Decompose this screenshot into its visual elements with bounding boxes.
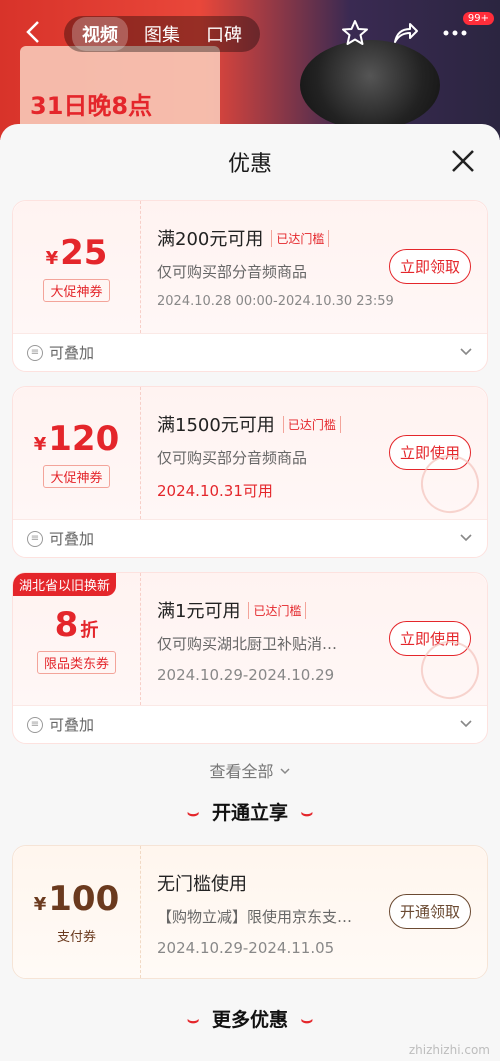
see-all-link[interactable]: 查看全部 xyxy=(0,758,500,782)
claim-button[interactable]: 立即领取 xyxy=(388,249,471,284)
chevron-down-icon[interactable] xyxy=(459,529,473,548)
coupon-amount: 8 xyxy=(54,604,79,645)
message-badge: 99+ xyxy=(462,12,494,25)
star-icon[interactable] xyxy=(340,18,370,48)
tab-video[interactable]: 视频 xyxy=(72,17,128,51)
coupon-card: ¥ 25 大促神券 满200元可用 已达门槛 仅可购买部分音频商品 2024.1… xyxy=(12,200,488,372)
currency-symbol: ¥ xyxy=(33,893,47,915)
coupon-condition: 无门槛使用 xyxy=(157,874,247,895)
back-icon[interactable] xyxy=(20,18,48,46)
coupon-validity: 2024.10.29-2024.11.05 xyxy=(157,939,335,957)
close-icon[interactable] xyxy=(448,146,478,176)
discount-unit: 折 xyxy=(80,619,99,641)
coupon-footer[interactable]: ≡ 可叠加 xyxy=(13,705,487,743)
activate-claim-button[interactable]: 开通领取 xyxy=(388,894,471,929)
coupon-scope: 【购物立减】限使用京东支… xyxy=(157,908,353,926)
coupon-amount: 25 xyxy=(60,232,108,273)
coupon-type-tag: 大促神券 xyxy=(43,464,110,488)
stackable-label: 可叠加 xyxy=(49,344,95,362)
status-badge: 已达门槛 xyxy=(271,229,330,247)
status-badge: 已达门槛 xyxy=(248,601,307,619)
tab-gallery[interactable]: 图集 xyxy=(134,17,190,51)
chevron-down-icon[interactable] xyxy=(459,343,473,362)
coupon-card: 湖北省以旧换新 8 折 限品类东券 满1元可用 已达门槛 仅可购买湖北厨卫补贴消… xyxy=(12,572,488,744)
coupon-condition: 满1元可用 xyxy=(157,601,241,622)
coupon-scope: 仅可购买湖北厨卫补贴消… xyxy=(157,635,338,653)
stack-icon: ≡ xyxy=(27,530,43,547)
coupon-value: 8 折 限品类东券 xyxy=(13,573,141,705)
chevron-down-icon[interactable] xyxy=(459,715,473,734)
coupon-footer[interactable]: ≡ 可叠加 xyxy=(13,519,487,557)
coupon-type-tag: 支付券 xyxy=(56,929,96,945)
stack-icon: ≡ xyxy=(27,716,43,733)
sheet-title: 优惠 xyxy=(227,152,272,177)
watermark: zhizhizhi.com xyxy=(408,1043,490,1057)
coupon-type-tag: 大促神券 xyxy=(43,278,110,302)
coupon-value: ¥ 25 大促神券 xyxy=(13,201,141,333)
coupon-value: ¥ 120 大促神券 xyxy=(13,387,141,519)
product-image xyxy=(300,40,440,130)
tab-reviews[interactable]: 口碑 xyxy=(196,17,252,51)
coupon-condition: 满1500元可用 xyxy=(157,415,275,436)
coupon-card: ¥ 100 支付券 无门槛使用 【购物立减】限使用京东支… 2024.10.29… xyxy=(12,845,488,979)
status-badge: 已达门槛 xyxy=(282,415,341,433)
section-title-open: ⌣ 开通立享 ⌣ xyxy=(186,802,314,824)
stackable-label: 可叠加 xyxy=(49,530,95,548)
coupon-scope: 仅可购买部分音频商品 xyxy=(157,449,308,467)
smile-icon: ⌣ xyxy=(300,1009,314,1031)
coupon-type-tag: 限品类东券 xyxy=(36,650,116,674)
coupon-condition: 满200元可用 xyxy=(157,229,264,250)
coupon-sheet: 优惠 ¥ 25 大促神券 满200元可用 已达门槛 仅可购买部分音频商品 202… xyxy=(0,124,500,1061)
coupon-value: ¥ 100 支付券 xyxy=(13,846,141,978)
coupon-amount: 120 xyxy=(48,418,120,459)
coupon-validity: 2024.10.28 00:00-2024.10.30 23:59 xyxy=(157,294,394,309)
stack-icon: ≡ xyxy=(27,344,43,361)
sheet-header: 优惠 xyxy=(0,124,500,200)
coupon-amount: 100 xyxy=(48,878,120,919)
coupon-scope: 仅可购买部分音频商品 xyxy=(157,263,308,281)
share-icon[interactable] xyxy=(390,18,420,48)
media-tabs: 视频 图集 口碑 xyxy=(64,16,260,52)
coupon-card: ¥ 120 大促神券 满1500元可用 已达门槛 仅可购买部分音频商品 2024… xyxy=(12,386,488,558)
smile-icon: ⌣ xyxy=(300,802,314,824)
chevron-down-icon xyxy=(279,762,291,781)
currency-symbol: ¥ xyxy=(33,433,47,455)
promo-banner-text: 31日晚8点 xyxy=(30,92,153,120)
coupon-footer[interactable]: ≡ 可叠加 xyxy=(13,333,487,371)
smile-icon: ⌣ xyxy=(186,1009,200,1031)
section-title-more: ⌣ 更多优惠 ⌣ xyxy=(186,1009,314,1031)
currency-symbol: ¥ xyxy=(45,247,59,269)
stackable-label: 可叠加 xyxy=(49,716,95,734)
smile-icon: ⌣ xyxy=(186,802,200,824)
